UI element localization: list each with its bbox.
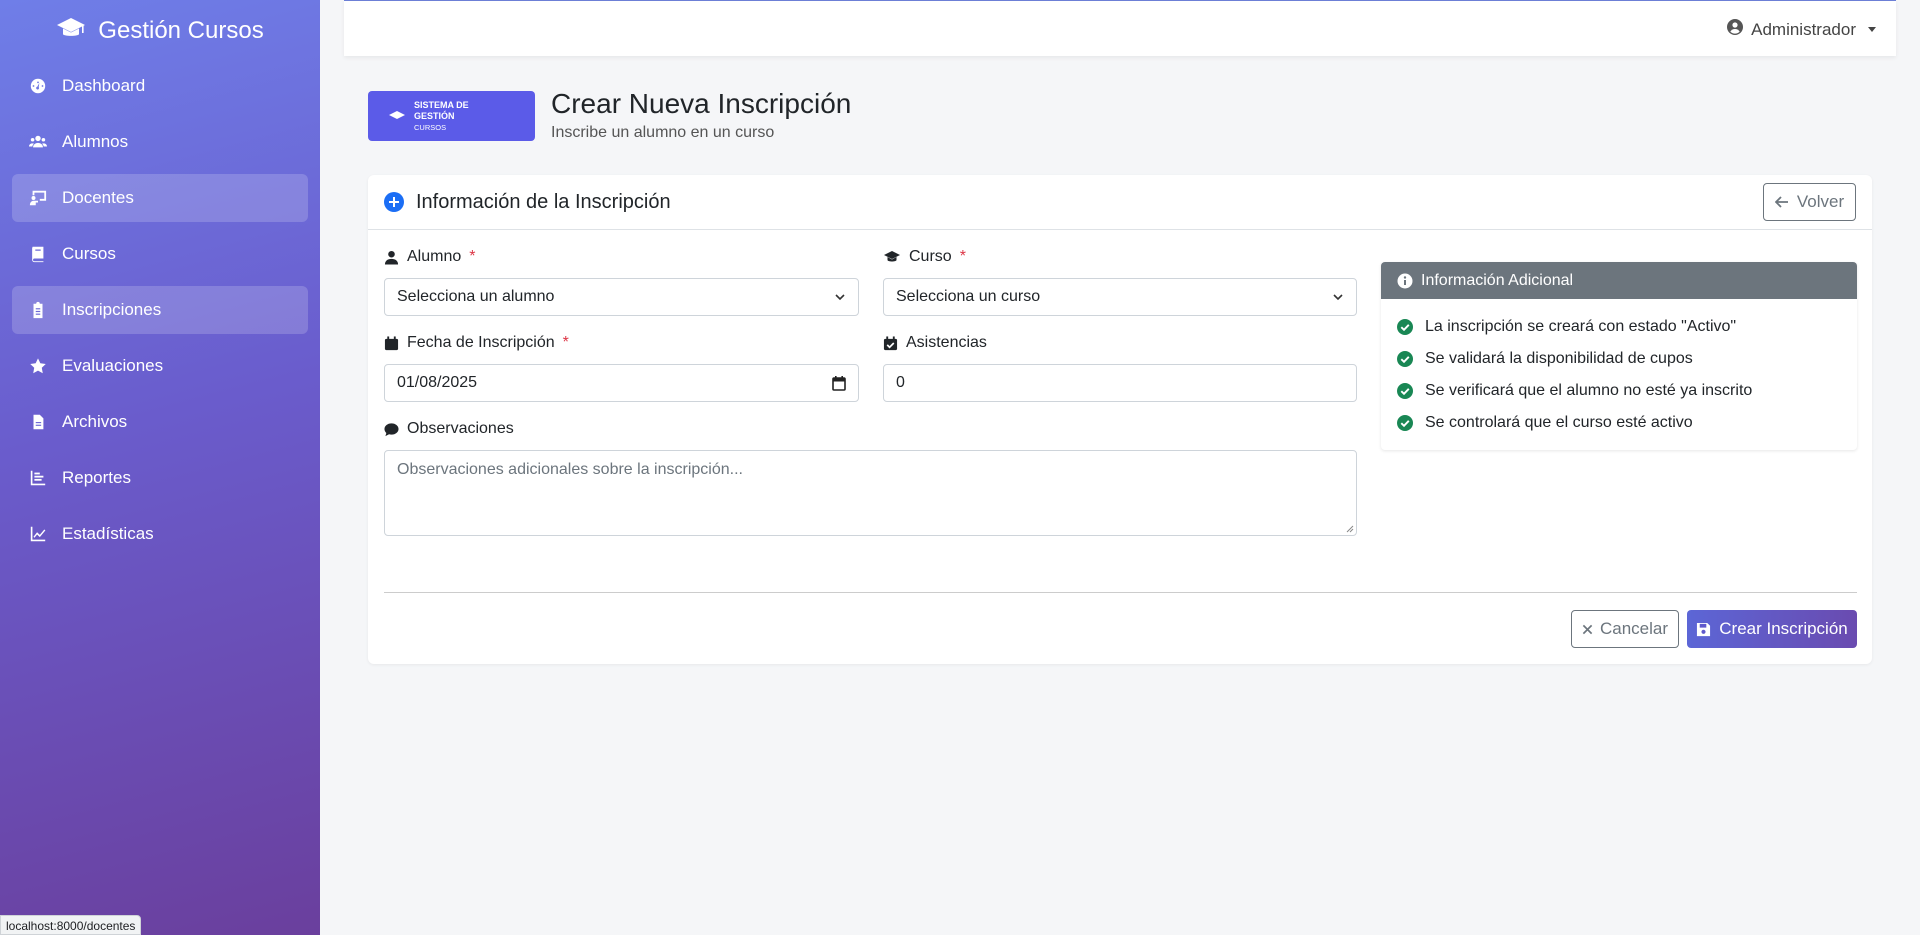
- info-panel: Información Adicional La inscripción se …: [1381, 262, 1857, 450]
- users-icon: [28, 133, 48, 151]
- sidebar-item-archivos[interactable]: Archivos: [12, 398, 308, 446]
- sidebar-item-label: Cursos: [62, 244, 116, 263]
- observaciones-placeholder: Observaciones adicionales sobre la inscr…: [397, 461, 743, 478]
- system-logo: SISTEMA DE GESTIÓN CURSOS: [368, 91, 535, 141]
- comment-icon: [384, 422, 399, 436]
- create-enrollment-button[interactable]: Crear Inscripción: [1687, 610, 1857, 648]
- sidebar-nav: Dashboard Alumnos Docentes Cursos Inscri…: [0, 62, 320, 558]
- page-subtitle: Inscribe un alumno en un curso: [551, 124, 775, 141]
- fecha-label: Fecha de Inscripción *: [384, 334, 569, 352]
- sidebar-item-label: Reportes: [62, 468, 131, 487]
- back-button-label: Volver: [1796, 192, 1845, 211]
- observaciones-label: Observaciones: [384, 420, 514, 438]
- asistencias-input[interactable]: 0: [883, 364, 1357, 402]
- resize-handle-icon[interactable]: [1346, 525, 1354, 533]
- sidebar-item-dashboard[interactable]: Dashboard: [12, 62, 308, 110]
- info-panel-title: Información Adicional: [1421, 271, 1574, 289]
- caret-down-icon: [1868, 27, 1876, 32]
- card-header: Información de la Inscripción Volver: [368, 175, 1872, 230]
- sidebar-item-evaluaciones[interactable]: Evaluaciones: [12, 342, 308, 390]
- divider: [384, 592, 1857, 593]
- page-title: Crear Nueva Inscripción: [551, 88, 852, 119]
- user-name: Administrador: [1751, 19, 1856, 39]
- curso-select[interactable]: Selecciona un curso: [883, 278, 1357, 316]
- sidebar-item-cursos[interactable]: Cursos: [12, 230, 308, 278]
- sidebar-item-label: Dashboard: [62, 76, 146, 95]
- alumno-select-value: Selecciona un alumno: [397, 288, 555, 305]
- arrow-left-icon: [1774, 196, 1788, 208]
- chevron-down-icon: [835, 294, 845, 301]
- back-button[interactable]: Volver: [1763, 183, 1856, 221]
- list-item: Se controlará que el curso esté activo: [1397, 407, 1841, 439]
- save-icon: [1697, 622, 1711, 636]
- info-list: La inscripción se creará con estado "Act…: [1381, 299, 1857, 439]
- observaciones-textarea[interactable]: Observaciones adicionales sobre la inscr…: [384, 450, 1357, 536]
- asistencias-label: Asistencias: [883, 334, 987, 352]
- calendar-icon: [384, 335, 399, 350]
- topbar: Administrador: [344, 0, 1896, 56]
- create-enrollment-button-label: Crear Inscripción: [1719, 619, 1848, 638]
- calendar-check-icon: [883, 335, 898, 350]
- alumno-label: Alumno *: [384, 248, 475, 266]
- graduation-cap-icon: [884, 251, 900, 262]
- sidebar: Gestión Cursos Dashboard Alumnos Docente…: [0, 0, 320, 935]
- close-icon: [1582, 624, 1593, 634]
- status-url: localhost:8000/docentes: [0, 915, 142, 935]
- sidebar-item-label: Evaluaciones: [62, 356, 164, 375]
- sidebar-item-label: Alumnos: [62, 132, 129, 151]
- user-menu[interactable]: Administrador: [1727, 19, 1876, 40]
- info-circle-icon: [1397, 273, 1413, 288]
- sidebar-item-estadisticas[interactable]: Estadísticas: [12, 510, 308, 558]
- sidebar-item-inscripciones[interactable]: Inscripciones: [12, 286, 308, 334]
- user-icon: [384, 250, 399, 265]
- list-item: La inscripción se creará con estado "Act…: [1397, 311, 1841, 343]
- sidebar-item-label: Estadísticas: [62, 524, 154, 543]
- user-circle-icon: [1727, 19, 1744, 40]
- check-circle-icon: [1397, 351, 1413, 367]
- curso-select-value: Selecciona un curso: [896, 288, 1041, 305]
- alumno-select[interactable]: Selecciona un alumno: [384, 278, 859, 316]
- calendar-picker-icon[interactable]: [832, 375, 846, 391]
- card-title: Información de la Inscripción: [416, 190, 671, 213]
- plus-circle-icon: [384, 192, 404, 212]
- clipboard-icon: [28, 301, 48, 319]
- file-icon: [28, 413, 48, 431]
- fecha-input[interactable]: 01/08/2025: [384, 364, 859, 402]
- enrollment-card: Información de la Inscripción Volver Alu…: [368, 175, 1872, 664]
- fecha-input-value: 01/08/2025: [397, 374, 478, 391]
- curso-label: Curso *: [883, 248, 966, 266]
- graduation-cap-icon: [389, 111, 405, 119]
- cancel-button[interactable]: Cancelar: [1571, 610, 1679, 648]
- info-panel-header: Información Adicional: [1381, 262, 1857, 299]
- check-circle-icon: [1397, 319, 1413, 335]
- gauge-icon: [28, 77, 48, 95]
- sidebar-item-label: Inscripciones: [62, 300, 162, 319]
- logo-text: SISTEMA DE GESTIÓN CURSOS: [414, 99, 469, 132]
- sidebar-item-docentes[interactable]: Docentes: [12, 174, 308, 222]
- check-circle-icon: [1397, 383, 1413, 399]
- asistencias-input-value: 0: [896, 374, 905, 391]
- cancel-button-label: Cancelar: [1599, 619, 1669, 638]
- chevron-down-icon: [1333, 294, 1343, 301]
- sidebar-item-alumnos[interactable]: Alumnos: [12, 118, 308, 166]
- graduation-cap-icon: [56, 15, 86, 48]
- sidebar-item-reportes[interactable]: Reportes: [12, 454, 308, 502]
- book-icon: [28, 245, 48, 263]
- list-item: Se validará la disponibilidad de cupos: [1397, 343, 1841, 375]
- star-icon: [28, 357, 48, 375]
- chart-line-icon: [28, 525, 48, 543]
- check-circle-icon: [1397, 415, 1413, 431]
- sidebar-item-label: Archivos: [62, 412, 128, 431]
- sidebar-item-label: Docentes: [62, 188, 134, 207]
- brand[interactable]: Gestión Cursos: [0, 0, 320, 62]
- chalkboard-teacher-icon: [28, 189, 48, 207]
- list-item: Se verificará que el alumno no esté ya i…: [1397, 375, 1841, 407]
- brand-title: Gestión Cursos: [98, 17, 264, 44]
- chart-bar-icon: [28, 469, 48, 487]
